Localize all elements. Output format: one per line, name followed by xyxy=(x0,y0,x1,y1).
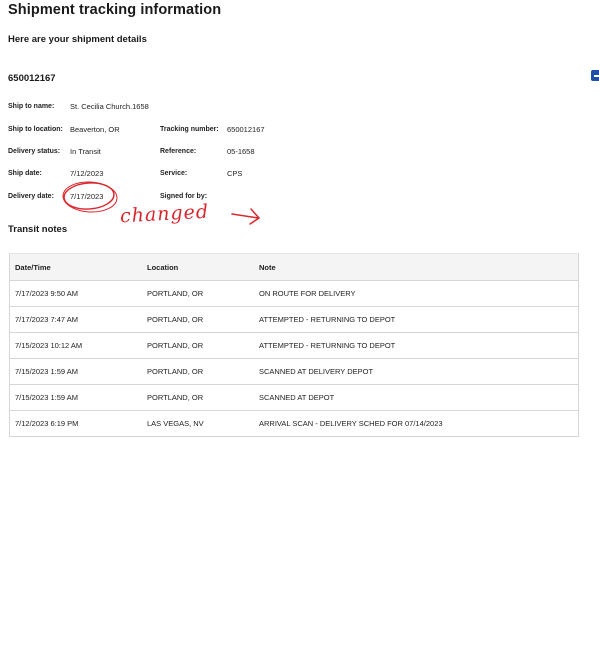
table-row: 7/15/2023 1:59 AM PORTLAND, OR SCANNED A… xyxy=(9,358,579,385)
signed-for-by-label: Signed for by: xyxy=(160,193,208,200)
cell-location: PORTLAND, OR xyxy=(142,358,254,385)
service-label: Service: xyxy=(160,170,188,177)
cell-location: PORTLAND, OR xyxy=(142,280,254,307)
collapse-minus-icon[interactable] xyxy=(591,70,599,81)
delivery-status-value: In Transit xyxy=(70,147,101,156)
tracking-number-heading: 650012167 xyxy=(8,73,56,84)
delivery-date-label: Delivery date: xyxy=(8,193,54,200)
cell-date-time: 7/15/2023 10:12 AM xyxy=(9,332,142,359)
ship-to-name-label: Ship to name: xyxy=(8,103,55,110)
cell-date-time: 7/17/2023 7:47 AM xyxy=(9,306,142,333)
column-header-date-time: Date/Time xyxy=(9,253,142,281)
column-header-location: Location xyxy=(142,253,254,281)
delivery-date-value: 7/17/2023 xyxy=(70,192,104,201)
table-header-row: Date/Time Location Note xyxy=(9,253,579,281)
table-row: 7/15/2023 1:59 AM PORTLAND, OR SCANNED A… xyxy=(9,384,579,411)
cell-note: ON ROUTE FOR DELIVERY xyxy=(254,280,579,307)
cell-note: SCANNED AT DELIVERY DEPOT xyxy=(254,358,579,385)
reference-label: Reference: xyxy=(160,148,197,155)
cell-location: PORTLAND, OR xyxy=(142,332,254,359)
ship-to-name-value: St. Cecilia Church.1658 xyxy=(70,102,149,111)
cell-location: PORTLAND, OR xyxy=(142,306,254,333)
column-header-note: Note xyxy=(254,253,579,281)
table-row: 7/15/2023 10:12 AM PORTLAND, OR ATTEMPTE… xyxy=(9,332,579,359)
ship-to-location-value: Beaverton, OR xyxy=(70,125,120,134)
ship-date-value: 7/12/2023 xyxy=(70,169,104,178)
annotation-arrow-mark xyxy=(231,208,261,225)
service-value: CPS xyxy=(227,169,243,178)
cell-date-time: 7/12/2023 6:19 PM xyxy=(9,410,142,437)
cell-note: SCANNED AT DEPOT xyxy=(254,384,579,411)
reference-value: 05-1658 xyxy=(227,147,255,156)
transit-notes-heading: Transit notes xyxy=(8,224,68,235)
cell-note: ATTEMPTED - RETURNING TO DEPOT xyxy=(254,332,579,359)
cell-date-time: 7/15/2023 1:59 AM xyxy=(9,358,142,385)
table-row: 7/12/2023 6:19 PM LAS VEGAS, NV ARRIVAL … xyxy=(9,410,579,437)
cell-date-time: 7/15/2023 1:59 AM xyxy=(9,384,142,411)
transit-notes-table: Date/Time Location Note 7/17/2023 9:50 A… xyxy=(9,253,579,437)
table-row: 7/17/2023 9:50 AM PORTLAND, OR ON ROUTE … xyxy=(9,280,579,307)
table-row: 7/17/2023 7:47 AM PORTLAND, OR ATTEMPTED… xyxy=(9,306,579,333)
tracking-number-label: Tracking number: xyxy=(160,126,219,133)
ship-to-location-label: Ship to location: xyxy=(8,126,63,133)
page-title: Shipment tracking information xyxy=(8,2,222,18)
page-subtitle: Here are your shipment details xyxy=(8,34,147,45)
ship-date-label: Ship date: xyxy=(8,170,42,177)
cell-location: PORTLAND, OR xyxy=(142,384,254,411)
cell-note: ARRIVAL SCAN - DELIVERY SCHED FOR 07/14/… xyxy=(254,410,579,437)
cell-date-time: 7/17/2023 9:50 AM xyxy=(9,280,142,307)
tracking-number-value: 650012167 xyxy=(227,125,265,134)
delivery-status-label: Delivery status: xyxy=(8,148,61,155)
cell-location: LAS VEGAS, NV xyxy=(142,410,254,437)
cell-note: ATTEMPTED - RETURNING TO DEPOT xyxy=(254,306,579,333)
changed-annotation-text: changed xyxy=(119,200,210,228)
